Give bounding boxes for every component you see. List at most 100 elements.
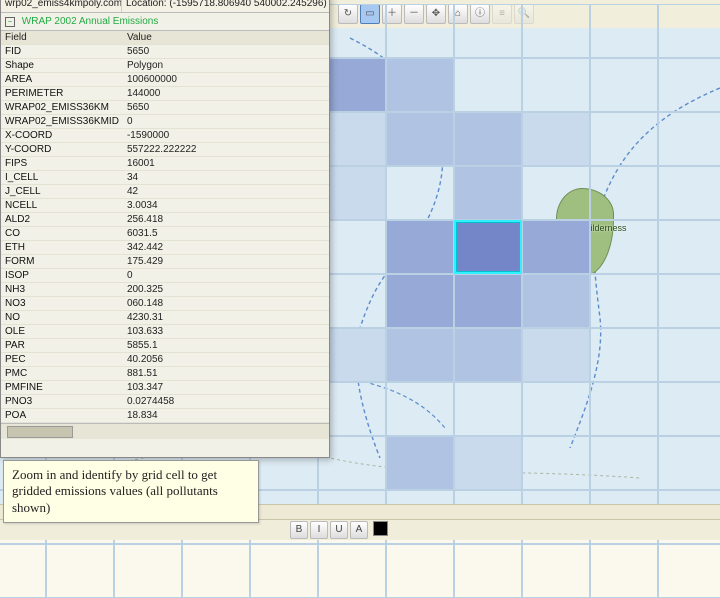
grid-cell-emission[interactable]: [454, 274, 522, 328]
field-cell: PEC: [1, 353, 123, 367]
grid-cell[interactable]: [522, 544, 590, 598]
grid-cell[interactable]: [658, 436, 720, 490]
scroll-thumb[interactable]: [7, 426, 73, 438]
grid-cell[interactable]: [658, 4, 720, 58]
grid-cell-emission[interactable]: [386, 220, 454, 274]
grid-cell[interactable]: [590, 166, 658, 220]
table-row[interactable]: FID5650: [1, 45, 329, 59]
grid-cell[interactable]: [454, 4, 522, 58]
grid-cell-emission[interactable]: [522, 112, 590, 166]
grid-cell[interactable]: [318, 544, 386, 598]
table-row[interactable]: ETH342.442: [1, 241, 329, 255]
grid-cell-emission[interactable]: [386, 58, 454, 112]
grid-cell-emission[interactable]: [386, 274, 454, 328]
italic-icon[interactable]: I: [310, 521, 328, 539]
grid-cell-emission[interactable]: [522, 328, 590, 382]
grid-cell[interactable]: [590, 544, 658, 598]
table-row[interactable]: I_CELL34: [1, 171, 329, 185]
grid-cell-emission[interactable]: [386, 112, 454, 166]
selected-grid-cell[interactable]: [454, 220, 522, 274]
grid-cell[interactable]: [590, 58, 658, 112]
grid-cell-emission[interactable]: [454, 328, 522, 382]
grid-cell[interactable]: [386, 166, 454, 220]
grid-cell[interactable]: [590, 220, 658, 274]
grid-cell[interactable]: [590, 436, 658, 490]
field-cell: FIPS: [1, 157, 123, 171]
bold-icon[interactable]: B: [290, 521, 308, 539]
table-row[interactable]: FORM175.429: [1, 255, 329, 269]
table-row[interactable]: PNO30.0274458: [1, 395, 329, 409]
grid-cell-emission[interactable]: [522, 220, 590, 274]
font-color-icon[interactable]: A: [350, 521, 368, 539]
table-row[interactable]: OLE103.633: [1, 325, 329, 339]
grid-cell[interactable]: [454, 544, 522, 598]
table-row[interactable]: NH3200.325: [1, 283, 329, 297]
grid-cell[interactable]: [658, 544, 720, 598]
table-row[interactable]: PEC40.2056: [1, 353, 329, 367]
table-row[interactable]: NCELL3.0034: [1, 199, 329, 213]
grid-cell[interactable]: [522, 58, 590, 112]
value-cell: 100600000: [123, 73, 329, 87]
table-row[interactable]: X-COORD-1590000: [1, 129, 329, 143]
grid-cell[interactable]: [590, 112, 658, 166]
table-row[interactable]: Y-COORD557222.222222: [1, 143, 329, 157]
grid-cell[interactable]: [0, 544, 46, 598]
field-cell: PERIMETER: [1, 87, 123, 101]
table-row[interactable]: PERIMETER144000: [1, 87, 329, 101]
grid-cell[interactable]: [522, 436, 590, 490]
table-row[interactable]: ISOP0: [1, 269, 329, 283]
grid-cell[interactable]: [658, 166, 720, 220]
grid-cell-emission[interactable]: [454, 166, 522, 220]
identify-layer[interactable]: wrp02_emiss4kmpoly.com: [1, 0, 122, 12]
grid-cell[interactable]: [250, 544, 318, 598]
table-row[interactable]: J_CELL42: [1, 185, 329, 199]
grid-cell[interactable]: [114, 544, 182, 598]
table-row[interactable]: ShapePolygon: [1, 59, 329, 73]
grid-cell[interactable]: [658, 382, 720, 436]
grid-cell[interactable]: [522, 382, 590, 436]
grid-cell[interactable]: [386, 4, 454, 58]
grid-cell[interactable]: [658, 274, 720, 328]
table-row[interactable]: WRAP02_EMISS36KM5650: [1, 101, 329, 115]
grid-cell[interactable]: [590, 274, 658, 328]
grid-cell-emission[interactable]: [386, 328, 454, 382]
grid-cell[interactable]: [454, 58, 522, 112]
table-row[interactable]: NO4230.31: [1, 311, 329, 325]
table-row[interactable]: POA18.834: [1, 409, 329, 423]
tree-collapse-icon[interactable]: −: [5, 17, 15, 27]
table-row[interactable]: NO3060.148: [1, 297, 329, 311]
grid-cell[interactable]: [386, 544, 454, 598]
table-row[interactable]: PMC881.51: [1, 367, 329, 381]
identify-tree-item[interactable]: − WRAP 2002 Annual Emissions: [1, 13, 329, 31]
table-row[interactable]: PAR5855.1: [1, 339, 329, 353]
grid-cell-emission[interactable]: [454, 436, 522, 490]
identify-hscrollbar[interactable]: [1, 423, 329, 439]
grid-cell[interactable]: [386, 382, 454, 436]
table-row[interactable]: CO6031.5: [1, 227, 329, 241]
grid-cell[interactable]: [658, 112, 720, 166]
grid-cell[interactable]: [522, 4, 590, 58]
grid-cell[interactable]: [658, 58, 720, 112]
grid-cell-emission[interactable]: [386, 436, 454, 490]
table-row[interactable]: PMFINE103.347: [1, 381, 329, 395]
underline-icon[interactable]: U: [330, 521, 348, 539]
table-row[interactable]: FIPS16001: [1, 157, 329, 171]
grid-cell[interactable]: [46, 544, 114, 598]
identify-attribute-table[interactable]: Field Value FID5650ShapePolygonAREA10060…: [1, 31, 329, 423]
table-row[interactable]: AREA100600000: [1, 73, 329, 87]
grid-cell-emission[interactable]: [454, 112, 522, 166]
value-cell: 103.347: [123, 381, 329, 395]
grid-cell[interactable]: [454, 382, 522, 436]
grid-cell[interactable]: [590, 4, 658, 58]
font-color-chip[interactable]: [373, 521, 388, 536]
grid-cell[interactable]: [522, 166, 590, 220]
table-row[interactable]: ALD2256.418: [1, 213, 329, 227]
grid-cell[interactable]: [590, 382, 658, 436]
grid-cell[interactable]: [590, 328, 658, 382]
identify-window[interactable]: wrp02_emiss4kmpoly.com Location: (-15957…: [0, 0, 330, 458]
grid-cell-emission[interactable]: [522, 274, 590, 328]
table-row[interactable]: WRAP02_EMISS36KMID0: [1, 115, 329, 129]
grid-cell[interactable]: [658, 220, 720, 274]
grid-cell[interactable]: [658, 328, 720, 382]
grid-cell[interactable]: [182, 544, 250, 598]
